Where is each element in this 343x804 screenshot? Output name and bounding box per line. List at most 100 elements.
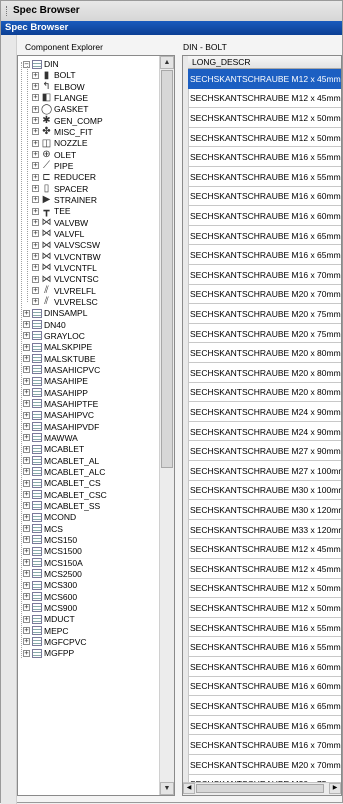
expand-toggle-icon[interactable]: +	[23, 321, 30, 329]
expand-toggle-icon[interactable]: +	[32, 275, 39, 283]
expand-toggle-icon[interactable]: +	[32, 71, 39, 79]
expand-toggle-icon[interactable]: +	[23, 570, 30, 578]
scroll-up-arrow-icon[interactable]: ▲	[160, 56, 174, 69]
table-row[interactable]: SECHSKANTSCHRAUBE M12 x 50mm -	[188, 128, 341, 148]
expand-toggle-icon[interactable]: +	[32, 298, 39, 306]
table-row[interactable]: SECHSKANTSCHRAUBE M27 x 100mm	[188, 461, 341, 481]
expand-toggle-icon[interactable]: +	[23, 581, 30, 589]
expand-toggle-icon[interactable]: +	[32, 128, 39, 136]
column-header-long-descr[interactable]: LONG_DESCR	[188, 56, 341, 69]
tree-node-spec[interactable]: + MCS	[23, 523, 63, 535]
tree-node-spec[interactable]: + MCS1500	[23, 545, 82, 557]
table-row[interactable]: SECHSKANTSCHRAUBE M20 x 75mm -	[188, 304, 341, 324]
table-row[interactable]: SECHSKANTSCHRAUBE M16 x 60mm -	[188, 677, 341, 697]
expand-toggle-icon[interactable]: +	[32, 173, 39, 181]
expand-toggle-icon[interactable]: +	[23, 547, 30, 555]
tree-node-spec[interactable]: + MASAHIPVDF	[23, 421, 99, 433]
expand-toggle-icon[interactable]: +	[23, 309, 30, 317]
spec-data-grid[interactable]: LONG_DESCR SECHSKANTSCHRAUBE M12 x 45mm …	[182, 55, 342, 796]
tree-scroll-thumb[interactable]	[161, 70, 173, 468]
expand-toggle-icon[interactable]: +	[32, 151, 39, 159]
tree-node-spec[interactable]: + MCABLET_SS	[23, 500, 100, 512]
expand-toggle-icon[interactable]: +	[23, 536, 30, 544]
tree-node-component[interactable]: + ▮ BOLT	[32, 69, 76, 81]
expand-toggle-icon[interactable]: +	[23, 343, 30, 351]
tree-node-component[interactable]: + ▯ SPACER	[32, 183, 88, 195]
expand-toggle-icon[interactable]: +	[32, 117, 39, 125]
tree-node-spec[interactable]: + MCOND	[23, 511, 76, 523]
table-row[interactable]: SECHSKANTSCHRAUBE M16 x 65mm -	[188, 716, 341, 736]
expand-toggle-icon[interactable]: +	[23, 479, 30, 487]
tree-node-spec[interactable]: + MALSKTUBE	[23, 353, 96, 365]
expand-toggle-icon[interactable]: +	[23, 513, 30, 521]
expand-toggle-icon[interactable]: +	[23, 559, 30, 567]
expand-toggle-icon[interactable]: +	[32, 253, 39, 261]
expand-toggle-icon[interactable]: +	[23, 593, 30, 600]
expand-toggle-icon[interactable]: +	[32, 207, 39, 215]
tree-node-component[interactable]: + ┳ TEE	[32, 205, 71, 217]
tree-node-spec[interactable]: + DINSAMPL	[23, 307, 87, 319]
tree-node-component[interactable]: + ⋈ VALVSCSW	[32, 239, 100, 251]
expand-toggle-icon[interactable]: +	[32, 241, 39, 249]
tree-node-component[interactable]: + ◫ NOZZLE	[32, 137, 88, 149]
expand-toggle-icon[interactable]: +	[23, 638, 30, 646]
expand-toggle-icon[interactable]: +	[23, 649, 30, 657]
tree-node-component[interactable]: + ◯ GASKET	[32, 103, 88, 115]
tree-node-component[interactable]: + ⋈ VALVFL	[32, 228, 84, 240]
tree-node-spec[interactable]: + MAWWA	[23, 432, 78, 444]
tree-node-spec[interactable]: + MASAHICPVC	[23, 364, 100, 376]
tree-vertical-scrollbar[interactable]: ▲ ▼	[159, 56, 174, 795]
scroll-right-arrow-icon[interactable]: ▶	[329, 783, 341, 794]
tree-node-component[interactable]: + ⫽ VLVRELSC	[32, 296, 98, 308]
table-row[interactable]: SECHSKANTSCHRAUBE M33 x 120mm	[188, 520, 341, 540]
table-row[interactable]: SECHSKANTSCHRAUBE M16 x 65mm -	[188, 245, 341, 265]
expand-toggle-icon[interactable]: +	[23, 525, 30, 533]
scroll-left-arrow-icon[interactable]: ◀	[183, 783, 195, 794]
tree-node-component[interactable]: + ⋈ VLVCNTFL	[32, 262, 97, 274]
tree-node-spec[interactable]: + MCS300	[23, 579, 77, 591]
tree-node-spec[interactable]: + MCABLET	[23, 443, 84, 455]
tree-node-component[interactable]: + ⋈ VLVCNTBW	[32, 251, 101, 263]
tree-node-spec[interactable]: + MEPC	[23, 625, 69, 637]
table-row[interactable]: SECHSKANTSCHRAUBE M20 x 80mm -	[188, 383, 341, 403]
tree-node-spec[interactable]: + MDUCT	[23, 613, 75, 625]
tree-node-spec[interactable]: + MALSKPIPE	[23, 341, 92, 353]
expand-toggle-icon[interactable]: +	[32, 219, 39, 227]
expand-toggle-icon[interactable]: +	[32, 264, 39, 272]
expand-toggle-icon[interactable]: +	[32, 230, 39, 238]
tree-node-root[interactable]: − DIN	[23, 58, 59, 70]
expand-toggle-icon[interactable]: +	[32, 94, 39, 102]
expand-toggle-icon[interactable]: +	[23, 491, 30, 499]
table-row[interactable]: SECHSKANTSCHRAUBE M12 x 50mm -	[188, 108, 341, 128]
tree-node-component[interactable]: + ⊏ REDUCER	[32, 171, 96, 183]
tree-node-component[interactable]: + ▶ STRAINER	[32, 194, 97, 206]
table-row[interactable]: SECHSKANTSCHRAUBE M20 x 80mm -	[188, 343, 341, 363]
table-row[interactable]: SECHSKANTSCHRAUBE M20 x 75mm -	[188, 324, 341, 344]
expand-toggle-icon[interactable]: +	[23, 615, 30, 623]
tree-node-spec[interactable]: + MCABLET_ALC	[23, 466, 105, 478]
expand-toggle-icon[interactable]: +	[23, 423, 30, 431]
grid-scroll-thumb[interactable]	[196, 784, 324, 793]
tree-node-component[interactable]: + ⟋ PIPE	[32, 160, 73, 172]
tree-node-spec[interactable]: + MCS900	[23, 602, 77, 614]
table-row[interactable]: SECHSKANTSCHRAUBE M16 x 60mm -	[188, 206, 341, 226]
expand-toggle-icon[interactable]: +	[23, 434, 30, 442]
expand-toggle-icon[interactable]: +	[23, 332, 30, 340]
tree-node-spec[interactable]: + MGFCPVC	[23, 636, 87, 648]
tree-node-component[interactable]: + ✤ MISC_FIT	[32, 126, 93, 138]
expand-toggle-icon[interactable]: +	[23, 389, 30, 397]
table-row[interactable]: SECHSKANTSCHRAUBE M12 x 45mm -	[188, 559, 341, 579]
table-row[interactable]: SECHSKANTSCHRAUBE M16 x 60mm -	[188, 187, 341, 207]
table-row-selected[interactable]: SECHSKANTSCHRAUBE M12 x 45mm -	[188, 69, 341, 89]
expand-toggle-icon[interactable]: +	[32, 83, 39, 91]
tree-node-component[interactable]: + ↰ ELBOW	[32, 81, 85, 93]
table-row[interactable]: SECHSKANTSCHRAUBE M12 x 45mm -	[188, 89, 341, 109]
table-row[interactable]: SECHSKANTSCHRAUBE M12 x 45mm -	[188, 539, 341, 559]
expand-toggle-icon[interactable]: +	[23, 457, 30, 465]
expand-toggle-icon[interactable]: +	[32, 105, 39, 113]
table-row[interactable]: SECHSKANTSCHRAUBE M24 x 90mm -	[188, 402, 341, 422]
expand-toggle-icon[interactable]: +	[23, 377, 30, 385]
expand-toggle-icon[interactable]: +	[32, 139, 39, 147]
tree-node-component[interactable]: + ✱ GEN_COMP	[32, 115, 103, 127]
tree-node-spec[interactable]: + MCS600	[23, 591, 77, 603]
